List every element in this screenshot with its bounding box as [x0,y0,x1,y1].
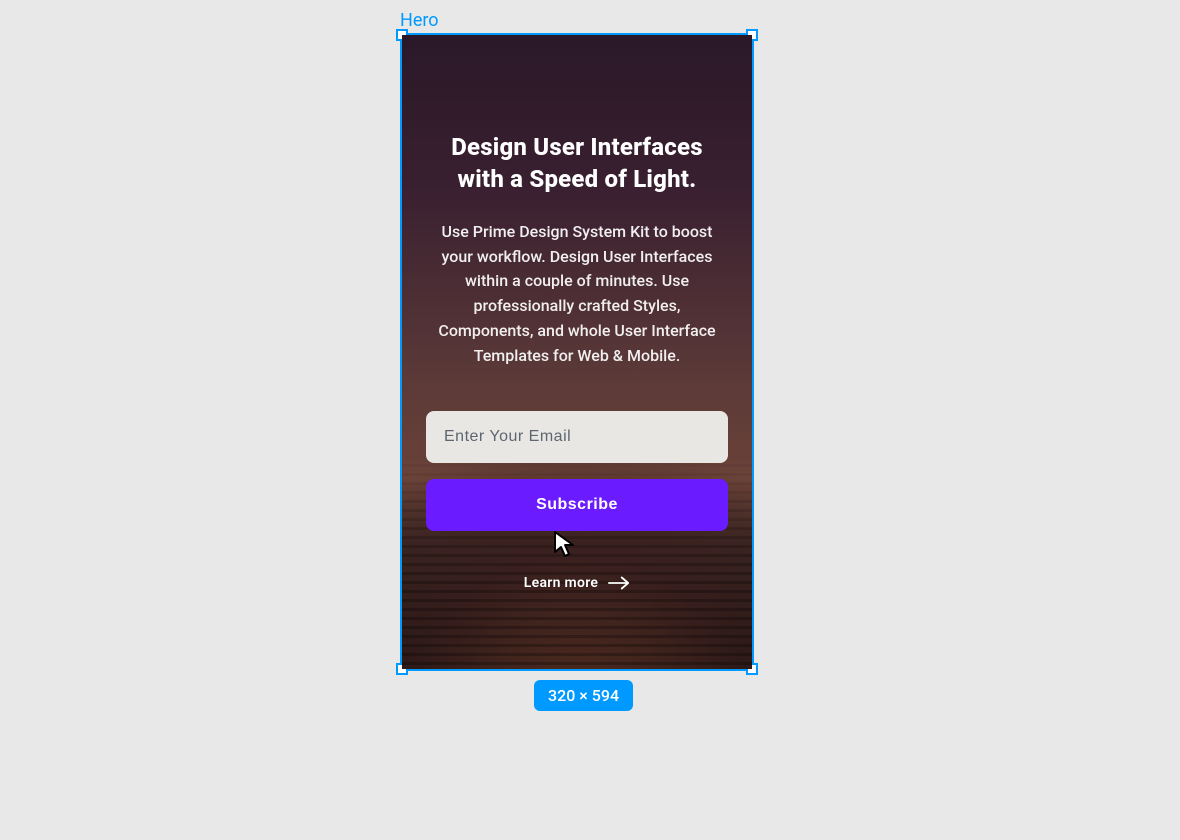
learn-more-label: Learn more [524,575,598,591]
arrow-right-icon [608,576,630,590]
selection-frame[interactable]: Design User Interfaces with a Speed of L… [400,33,754,671]
hero-content: Design User Interfaces with a Speed of L… [402,35,752,591]
selection-label: Hero [400,10,439,31]
subscribe-button-label: Subscribe [536,496,618,514]
hero-headline: Design User Interfaces with a Speed of L… [426,131,728,196]
subscribe-button[interactable]: Subscribe [426,479,728,531]
hero-subtext: Use Prime Design System Kit to boost you… [426,220,728,369]
email-input[interactable] [426,411,728,463]
dimensions-badge: 320 × 594 [534,680,633,711]
hero-artboard[interactable]: Design User Interfaces with a Speed of L… [402,35,752,669]
learn-more-link[interactable]: Learn more [524,575,630,591]
design-canvas[interactable]: Hero Design User Interfaces with a Speed… [0,0,1180,840]
